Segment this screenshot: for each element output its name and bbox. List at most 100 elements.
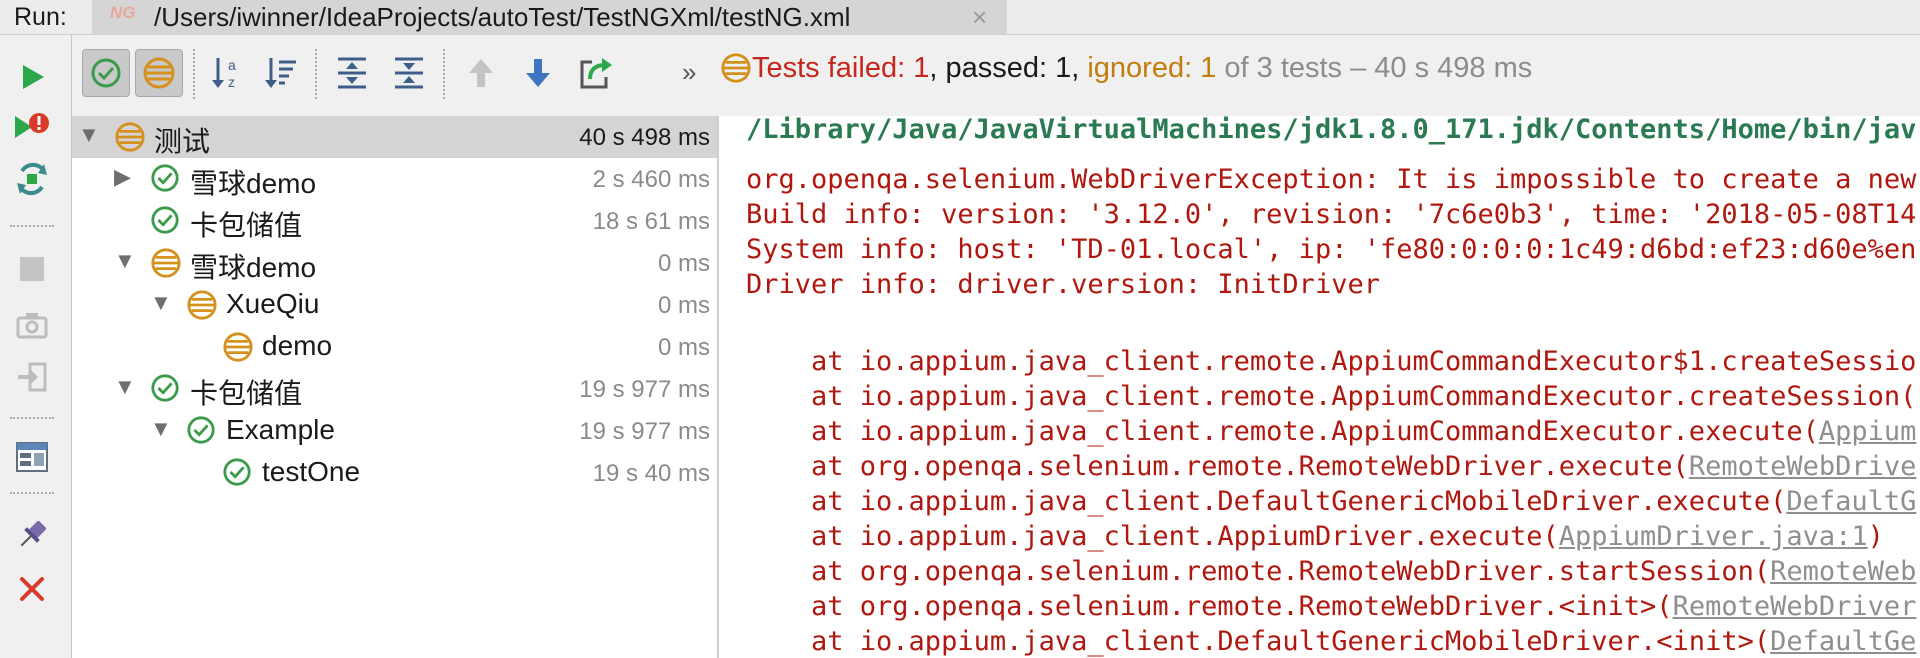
toolbar-separator [10, 492, 54, 494]
tree-row[interactable]: testOne 19 s 40 ms [72, 452, 717, 494]
tree-row[interactable]: ▼ Example 19 s 977 ms [72, 410, 717, 452]
failed-label: Tests failed: [752, 52, 914, 84]
tree-row-duration: 2 s 460 ms [592, 166, 710, 193]
tree-row[interactable]: ▼ 测试 40 s 498 ms [72, 116, 717, 158]
stack-trace-line: at io.appium.java_client.DefaultGenericM… [746, 626, 1917, 657]
sort-by-duration-icon[interactable] [257, 49, 305, 97]
ignored-status-icon [114, 121, 146, 153]
tree-row[interactable]: demo 0 ms [72, 326, 717, 368]
passed-text: , passed: 1, [929, 52, 1088, 84]
run-config-tab-title: /Users/iwinner/IdeaProjects/autoTest/Tes… [154, 2, 851, 32]
toolbar-separator [443, 49, 445, 99]
rerun-icon[interactable] [10, 55, 54, 99]
more-actions-chevron[interactable]: » [682, 57, 696, 88]
tree-row[interactable]: ▼ 卡包储值 19 s 977 ms [72, 368, 717, 410]
passed-status-icon [150, 205, 182, 237]
import-icon[interactable] [10, 355, 54, 399]
tree-row[interactable]: ▶ 雪球demo 2 s 460 ms [72, 158, 717, 200]
show-passed-icon[interactable] [82, 49, 130, 97]
console-error-line: org.openqa.selenium.WebDriverException: … [746, 164, 1917, 195]
ignored-status-icon [222, 331, 254, 363]
tree-row-label: Example [226, 414, 335, 445]
failed-count: 1 [913, 52, 930, 84]
ignored-status-icon [150, 247, 182, 279]
run-config-tab[interactable]: NG /Users/iwinner/IdeaProjects/autoTest/… [92, 0, 1007, 34]
stack-trace-line: at org.openqa.selenium.remote.RemoteWebD… [746, 451, 1917, 482]
console-output[interactable]: /Library/Java/JavaVirtualMachines/jdk1.8… [719, 116, 1920, 658]
tree-row[interactable]: 卡包储值 18 s 61 ms [72, 200, 717, 242]
passed-status-icon [150, 163, 182, 195]
console-error-line: Build info: version: '3.12.0', revision:… [746, 199, 1917, 230]
tree-row-duration: 19 s 40 ms [592, 460, 710, 487]
collapse-arrow-icon[interactable]: ▼ [114, 248, 136, 274]
expand-arrow-icon[interactable]: ▶ [114, 164, 131, 190]
tree-row-label: 雪球demo [190, 252, 317, 283]
tree-row[interactable]: ▼ XueQiu 0 ms [72, 284, 717, 326]
test-status-summary: Tests failed: 1, passed: 1, ignored: 1 o… [752, 52, 1532, 85]
test-tree: ▼ 测试 40 s 498 ms ▶ 雪球demo 2 s 460 ms 卡包储值 18 s … [72, 116, 719, 658]
tree-row-label: 雪球demo [190, 168, 317, 199]
toolbar-separator [10, 225, 54, 227]
passed-status-icon [186, 415, 218, 447]
rerun-failed-icon[interactable] [10, 105, 54, 149]
stack-trace-line: at org.openqa.selenium.remote.RemoteWebD… [746, 591, 1917, 622]
svg-text:z: z [228, 74, 235, 90]
toolbar-separator [10, 417, 54, 419]
stack-source-link[interactable]: RemoteWebDrive [1689, 451, 1917, 482]
svg-text:a: a [228, 57, 236, 73]
passed-status-icon [150, 373, 182, 405]
previous-failed-icon[interactable] [457, 49, 505, 97]
screenshot-icon[interactable] [10, 303, 54, 347]
close-tab-icon[interactable]: × [972, 2, 987, 33]
tree-row-label: 卡包储值 [190, 210, 303, 241]
stack-source-link[interactable]: DefaultG [1786, 486, 1916, 517]
collapse-arrow-icon[interactable]: ▼ [150, 290, 172, 316]
collapse-arrow-icon[interactable]: ▼ [150, 416, 172, 442]
console-command-line: /Library/Java/JavaVirtualMachines/jdk1.8… [746, 116, 1917, 145]
next-failed-icon[interactable] [514, 49, 562, 97]
pin-icon[interactable] [10, 513, 54, 557]
tree-row-duration: 40 s 498 ms [579, 124, 710, 151]
total-text: of 3 tests [1216, 52, 1343, 84]
left-toolbar [0, 35, 72, 658]
tree-row[interactable]: ▼ 雪球demo 0 ms [72, 242, 717, 284]
stack-source-link[interactable]: Appium [1819, 416, 1917, 447]
ignored-status-icon [720, 52, 752, 89]
console-error-line: System info: host: 'TD-01.local', ip: 'f… [746, 234, 1917, 265]
show-ignored-icon[interactable] [135, 49, 183, 97]
console-error-line: Driver info: driver.version: InitDriver [746, 269, 1380, 300]
export-icon[interactable] [572, 49, 620, 97]
run-header: Run: NG /Users/iwinner/IdeaProjects/auto… [0, 0, 1920, 35]
tree-row-label: testOne [262, 456, 361, 487]
expand-all-icon[interactable] [328, 49, 376, 97]
ignored-status-icon [186, 289, 218, 321]
tree-row-duration: 0 ms [657, 250, 710, 277]
stack-source-link[interactable]: RemoteWeb [1770, 556, 1916, 587]
toggle-auto-test-icon[interactable] [10, 157, 54, 201]
test-toolbar: az » Tests failed: 1, passed: 1, ignored… [72, 35, 1920, 116]
toolbar-separator [193, 49, 195, 99]
collapse-arrow-icon[interactable]: ▼ [78, 122, 100, 148]
sort-alphabetically-icon[interactable]: az [204, 49, 252, 97]
tree-row-duration: 19 s 977 ms [579, 418, 710, 445]
stack-trace-line: at io.appium.java_client.remote.AppiumCo… [746, 416, 1917, 447]
close-icon[interactable] [10, 567, 54, 611]
tree-row-label: demo [262, 330, 333, 361]
toolbar-separator [315, 49, 317, 99]
stack-source-link[interactable]: AppiumDriver.java:1 [1559, 521, 1868, 552]
stack-trace-line: at org.openqa.selenium.remote.RemoteWebD… [746, 556, 1917, 587]
collapse-arrow-icon[interactable]: ▼ [114, 374, 136, 400]
tree-row-label: XueQiu [226, 288, 320, 319]
stack-trace-line: at io.appium.java_client.remote.AppiumCo… [746, 381, 1917, 412]
restore-layout-icon[interactable] [10, 435, 54, 479]
stack-source-link[interactable]: DefaultGe [1770, 626, 1916, 657]
tree-row-duration: 0 ms [657, 334, 710, 361]
stack-trace-line: at io.appium.java_client.AppiumDriver.ex… [746, 521, 1884, 552]
stack-source-link[interactable]: RemoteWebDriver [1673, 591, 1917, 622]
collapse-all-icon[interactable] [385, 49, 433, 97]
testng-icon: NG [110, 3, 136, 22]
duration-text: – 40 s 498 ms [1342, 52, 1533, 84]
tree-row-duration: 19 s 977 ms [579, 376, 710, 403]
tree-row-label: 测试 [154, 126, 211, 157]
stop-icon[interactable] [10, 247, 54, 291]
